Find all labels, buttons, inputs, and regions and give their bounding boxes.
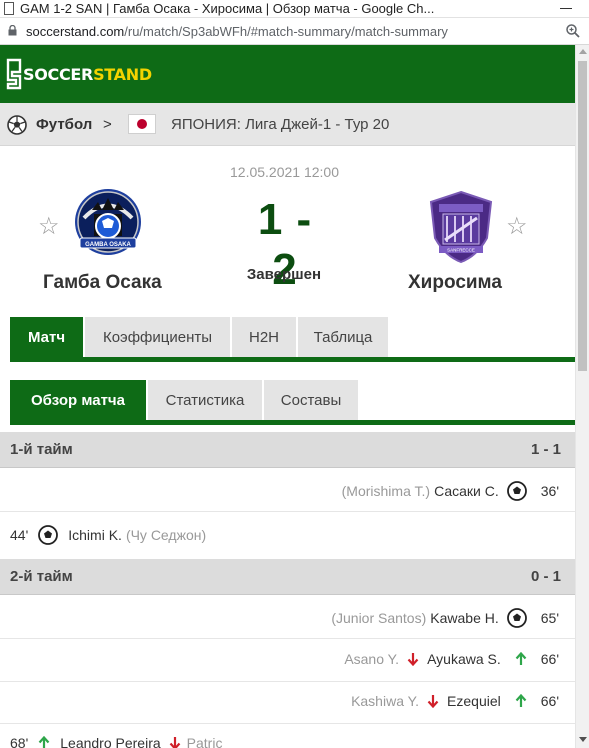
period-header-first-half: 1-й тайм 1 - 1 [0, 432, 575, 468]
page-scrollbar[interactable] [575, 45, 589, 748]
substitution-out-arrow-icon [169, 737, 180, 748]
match-status: Завершен [246, 266, 322, 283]
period-score: 0 - 1 [530, 568, 561, 585]
substitution-in-arrow-icon [515, 652, 527, 665]
browser-title-bar: GAM 1-2 SAN | Гамба Осака - Хиросима | О… [0, 0, 589, 18]
main-tabs: Матч Коэффициенты H2H Таблица [0, 317, 575, 364]
event-minute: 65' [540, 610, 559, 626]
goal-ball-icon [38, 525, 59, 545]
event-assist[interactable]: (Junior Santos) [331, 610, 426, 626]
goal-ball-icon [506, 481, 527, 501]
tab-match-summary[interactable]: Обзор матча [10, 380, 146, 420]
event-row: Kashiwa Y. Ezequiel 66' [0, 681, 575, 723]
sub-tabs: Обзор матча Статистика Составы [0, 380, 575, 427]
soccerstand-logo-icon [6, 58, 22, 90]
tab-match[interactable]: Матч [10, 317, 83, 357]
tab-standings[interactable]: Таблица [298, 317, 388, 357]
event-assist[interactable]: (Чу Седжон) [126, 527, 206, 543]
event-minute: 68' [10, 735, 29, 748]
substitution-out-player[interactable]: Patric [187, 735, 223, 748]
tab-odds[interactable]: Коэффициенты [85, 317, 230, 357]
home-team-crest[interactable]: GAMBA OSAKA [72, 188, 144, 262]
event-row: 68' Leandro Pereira Patric [0, 723, 575, 748]
main-tabs-underline [10, 357, 575, 362]
event-minute: 66' [540, 693, 559, 709]
scrollbar-thumb[interactable] [578, 61, 587, 371]
minimize-icon[interactable] [560, 8, 572, 9]
tab-h2h[interactable]: H2H [232, 317, 296, 357]
home-crest-text: GAMBA OSAKA [85, 242, 131, 248]
sub-tabs-underline [10, 420, 575, 425]
event-player[interactable]: Ichimi K. [68, 527, 122, 543]
substitution-out-arrow-icon [427, 695, 439, 708]
event-minute: 44' [10, 527, 29, 543]
substitution-out-arrow-icon [407, 653, 419, 666]
tab-statistics[interactable]: Статистика [148, 380, 262, 420]
event-row: (Morishima T.) Сасаки С. 36' [0, 469, 575, 511]
breadcrumb-sport-link[interactable]: Футбол [36, 116, 92, 133]
event-divider [0, 511, 575, 512]
event-row: (Junior Santos) Kawabe H. 65' [0, 596, 575, 638]
period-name: 2-й тайм [10, 568, 73, 585]
home-team-name[interactable]: Гамба Осака [43, 272, 162, 294]
away-crest-text: SANFRECCE [447, 248, 475, 253]
period-header-second-half: 2-й тайм 0 - 1 [0, 559, 575, 595]
url-host: soccerstand.com [26, 24, 125, 39]
scroll-up-icon[interactable] [579, 49, 587, 54]
substitution-in-arrow-icon [515, 694, 527, 707]
substitution-in-player[interactable]: Ayukawa S. [427, 651, 501, 667]
event-row: 44' Ichimi K. (Чу Седжон) [0, 513, 575, 555]
logo-text-stand: STAND [93, 64, 152, 84]
event-assist[interactable]: (Morishima T.) [342, 483, 430, 499]
substitution-out-player[interactable]: Kashiwa Y. [351, 693, 419, 709]
event-player[interactable]: Сасаки С. [434, 483, 499, 499]
substitution-in-player[interactable]: Leandro Pereira [60, 735, 160, 748]
site-content: SOCCERSTAND Футбол > ЯПОНИЯ: Лига Джей-1… [0, 45, 575, 748]
breadcrumb: Футбол > ЯПОНИЯ: Лига Джей-1 - Тур 20 [0, 103, 575, 146]
scroll-down-icon[interactable] [579, 737, 587, 742]
substitution-in-player[interactable]: Ezequiel [447, 693, 501, 709]
period-score: 1 - 1 [530, 441, 561, 458]
zoom-icon[interactable] [564, 22, 582, 40]
address-bar[interactable]: soccerstand.com/ru/match/Sp3abWFh/#match… [0, 18, 589, 45]
url-path: /ru/match/Sp3abWFh/#match-summary/match-… [124, 24, 448, 39]
match-datetime-text: 12.05.2021 12:00 [230, 164, 339, 180]
url-text[interactable]: soccerstand.com/ru/match/Sp3abWFh/#match… [26, 24, 448, 39]
goal-ball-icon [506, 608, 527, 628]
match-datetime: 12.05.2021 12:00 [0, 164, 575, 180]
favorite-away-star-icon[interactable]: ☆ [506, 215, 528, 239]
soccerstand-logo[interactable]: SOCCERSTAND [6, 58, 152, 90]
site-header: SOCCERSTAND [0, 45, 575, 103]
event-player[interactable]: Kawabe H. [430, 610, 498, 626]
event-row: Asano Y. Ayukawa S. 66' [0, 639, 575, 681]
logo-text-occer: OCCER [34, 64, 94, 84]
japan-flag-icon [128, 114, 156, 134]
substitution-in-arrow-icon [38, 736, 50, 748]
tab-lineups[interactable]: Составы [264, 380, 358, 420]
away-team-name[interactable]: Хиросима [408, 272, 502, 294]
period-name: 1-й тайм [10, 441, 73, 458]
window-title: GAM 1-2 SAN | Гамба Осака - Хиросима | О… [20, 1, 435, 16]
logo-text-s: S [23, 64, 35, 84]
substitution-out-player[interactable]: Asano Y. [344, 651, 399, 667]
event-minute: 36' [540, 483, 559, 499]
breadcrumb-league-link[interactable]: ЯПОНИЯ: Лига Джей-1 - Тур 20 [171, 116, 389, 133]
away-team-crest[interactable]: SANFRECCE [425, 190, 497, 264]
page-icon [4, 2, 14, 15]
football-icon [7, 115, 27, 135]
breadcrumb-separator: > [103, 116, 112, 133]
event-minute: 66' [540, 651, 559, 667]
lock-icon[interactable] [8, 25, 17, 36]
favorite-home-star-icon[interactable]: ☆ [38, 215, 60, 239]
